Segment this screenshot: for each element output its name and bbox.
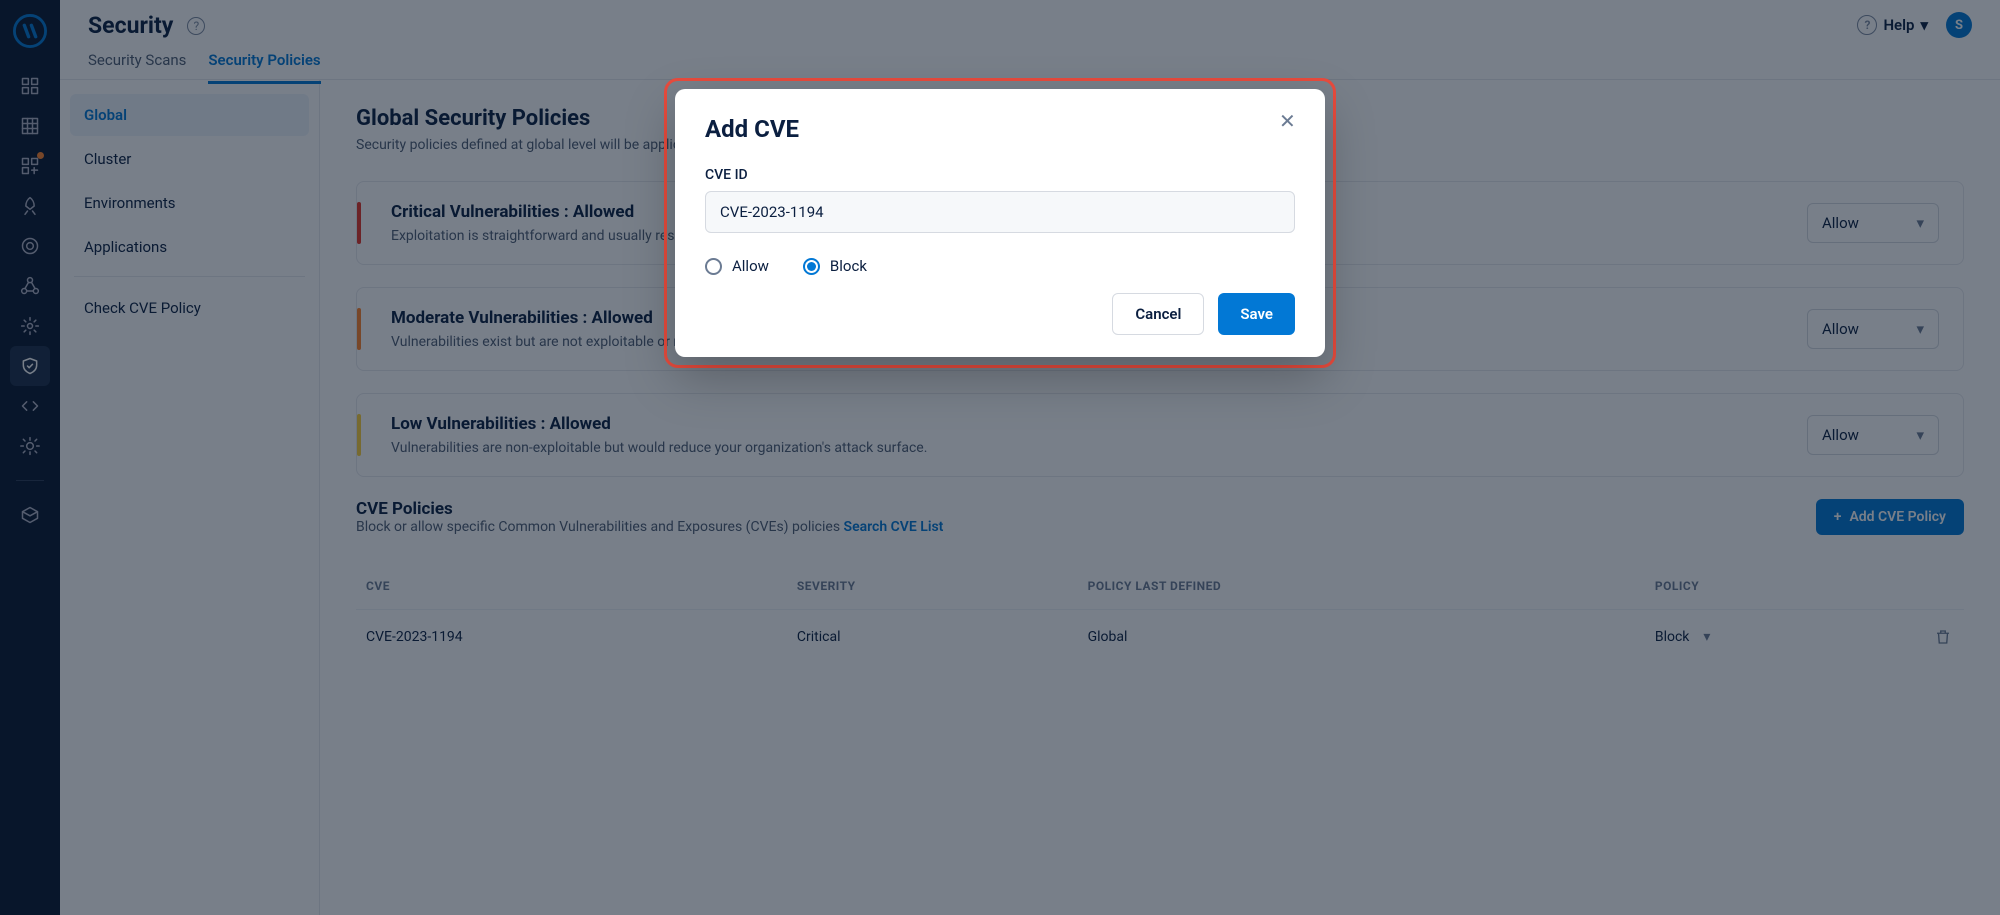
modal-overlay[interactable]: Add CVE ✕ CVE ID Allow Block Cancel Save	[0, 0, 2000, 915]
radio-allow[interactable]: Allow	[705, 257, 769, 275]
close-icon[interactable]: ✕	[1279, 111, 1301, 133]
cve-id-label: CVE ID	[705, 167, 1295, 183]
modal-highlight-ring: Add CVE ✕ CVE ID Allow Block Cancel Save	[664, 78, 1336, 368]
radio-bullet	[705, 258, 722, 275]
radio-label: Allow	[732, 257, 769, 275]
modal-title: Add CVE	[705, 115, 1295, 143]
radio-bullet	[803, 258, 820, 275]
cancel-button[interactable]: Cancel	[1112, 293, 1204, 335]
radio-label: Block	[830, 257, 867, 275]
save-button[interactable]: Save	[1218, 293, 1295, 335]
add-cve-modal: Add CVE ✕ CVE ID Allow Block Cancel Save	[675, 89, 1325, 357]
app-root: Security ? ? Help ▾ S Security ScansSecu…	[0, 0, 2000, 915]
radio-block[interactable]: Block	[803, 257, 867, 275]
policy-radio-group: Allow Block	[705, 257, 1295, 275]
cve-id-input[interactable]	[705, 191, 1295, 233]
